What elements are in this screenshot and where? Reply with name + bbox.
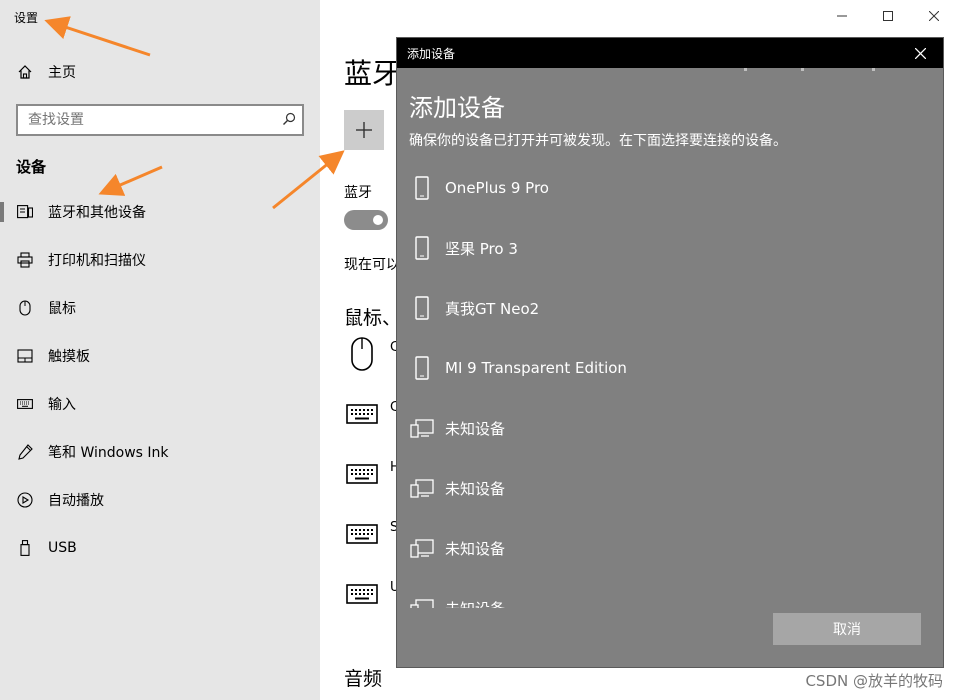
device-list: OnePlus 9 Pro 坚果 Pro 3 真我GT Neo2 MI 9 Tr… — [397, 158, 943, 608]
sidebar-item-label: 蓝牙和其他设备 — [48, 205, 146, 221]
device-item[interactable]: 未知设备 — [397, 578, 943, 608]
sidebar-item-typing[interactable]: 输入 — [0, 384, 320, 424]
bluetooth-label: 蓝牙 — [344, 185, 372, 201]
dialog-titlebar: 添加设备 — [397, 38, 943, 68]
sidebar-item-label: 笔和 Windows Ink — [48, 445, 169, 461]
nav-home[interactable]: 主页 — [0, 52, 320, 92]
device-item[interactable]: 未知设备 — [397, 458, 943, 518]
search-icon[interactable] — [282, 111, 296, 130]
usb-icon — [16, 539, 34, 557]
dialog-instruction: 确保你的设备已打开并可被发现。在下面选择要连接的设备。 — [409, 133, 787, 149]
sidebar-item-label: 自动播放 — [48, 493, 104, 509]
pen-icon — [16, 443, 34, 461]
bluetooth-devices-icon — [16, 203, 34, 221]
dialog-heading: 添加设备 — [409, 94, 505, 122]
device-item[interactable]: OnePlus 9 Pro — [397, 158, 943, 218]
minimize-button[interactable] — [819, 0, 865, 32]
phone-icon — [409, 353, 435, 383]
sidebar-item-touchpad[interactable]: 触摸板 — [0, 336, 320, 376]
close-window-button[interactable] — [911, 0, 957, 32]
plus-icon — [356, 122, 372, 138]
dialog-close-button[interactable] — [897, 38, 943, 68]
page-title: 蓝牙 — [344, 57, 401, 90]
sidebar-item-printers[interactable]: 打印机和扫描仪 — [0, 240, 320, 280]
close-icon — [914, 47, 926, 59]
progress-dot — [744, 68, 747, 71]
device-name: 未知设备 — [445, 539, 506, 558]
maximize-icon — [883, 11, 893, 21]
sidebar-item-autoplay[interactable]: 自动播放 — [0, 480, 320, 520]
progress-dot — [801, 68, 804, 71]
window-title: 设置 — [14, 11, 39, 25]
mouse-keyboard-heading: 鼠标、 — [344, 307, 402, 329]
progress-dot — [872, 68, 875, 71]
section-title: 设备 — [16, 158, 47, 176]
sidebar-item-pen[interactable]: 笔和 Windows Ink — [0, 432, 320, 472]
dialog-titlebar-text: 添加设备 — [407, 46, 456, 61]
keyboard-icon — [344, 576, 380, 612]
device-name: 坚果 Pro 3 — [445, 239, 518, 258]
mouse-icon — [344, 336, 380, 372]
search-box[interactable] — [16, 104, 304, 136]
phone-icon — [409, 173, 435, 203]
unknown-device-icon — [409, 593, 435, 608]
settings-nav-pane: 设置 主页 设备 蓝牙和其他设备 打印机和扫描仪 鼠标 触摸板 — [0, 0, 320, 700]
phone-icon — [409, 293, 435, 323]
window-controls — [819, 0, 957, 32]
maximize-button[interactable] — [865, 0, 911, 32]
bluetooth-toggle[interactable] — [344, 210, 388, 230]
device-item[interactable]: 未知设备 — [397, 518, 943, 578]
sidebar-item-label: USB — [48, 540, 77, 556]
device-name: 未知设备 — [445, 419, 506, 438]
unknown-device-icon — [409, 413, 435, 443]
autoplay-icon — [16, 491, 34, 509]
sidebar-item-label: 触摸板 — [48, 349, 90, 365]
unknown-device-icon — [409, 533, 435, 563]
device-item[interactable]: 坚果 Pro 3 — [397, 218, 943, 278]
device-name: MI 9 Transparent Edition — [445, 359, 627, 377]
device-name: 未知设备 — [445, 598, 505, 609]
cancel-button[interactable]: 取消 — [773, 613, 921, 645]
touchpad-icon — [16, 347, 34, 365]
device-item[interactable]: MI 9 Transparent Edition — [397, 338, 943, 398]
minimize-icon — [837, 15, 847, 17]
sidebar-item-mouse[interactable]: 鼠标 — [0, 288, 320, 328]
printer-icon — [16, 251, 34, 269]
unknown-device-icon — [409, 473, 435, 503]
device-name: 真我GT Neo2 — [445, 299, 540, 318]
keyboard-icon — [344, 516, 380, 552]
keyboard-icon — [344, 396, 380, 432]
add-bluetooth-device-button[interactable] — [344, 110, 384, 150]
add-device-dialog: 添加设备 添加设备 确保你的设备已打开并可被发现。在下面选择要连接的设备。 On… — [396, 37, 944, 668]
mouse-icon — [16, 299, 34, 317]
audio-heading: 音频 — [344, 668, 383, 690]
discoverable-text: 现在可以 — [344, 257, 400, 273]
close-icon — [929, 11, 939, 21]
device-name: OnePlus 9 Pro — [445, 179, 549, 197]
sidebar-item-label: 鼠标 — [48, 301, 76, 317]
watermark: CSDN @放羊的牧码 — [805, 672, 943, 690]
sidebar-item-usb[interactable]: USB — [0, 528, 320, 568]
sidebar-item-label: 打印机和扫描仪 — [48, 253, 146, 269]
nav-home-label: 主页 — [48, 65, 76, 81]
keyboard-icon — [344, 456, 380, 492]
phone-icon — [409, 233, 435, 263]
sidebar-item-bluetooth[interactable]: 蓝牙和其他设备 — [0, 192, 320, 232]
keyboard-icon — [16, 395, 34, 413]
device-name: 未知设备 — [445, 479, 506, 498]
search-input[interactable] — [28, 112, 268, 128]
sidebar-item-label: 输入 — [48, 397, 76, 413]
home-icon — [16, 63, 34, 81]
device-item[interactable]: 未知设备 — [397, 398, 943, 458]
device-item[interactable]: 真我GT Neo2 — [397, 278, 943, 338]
